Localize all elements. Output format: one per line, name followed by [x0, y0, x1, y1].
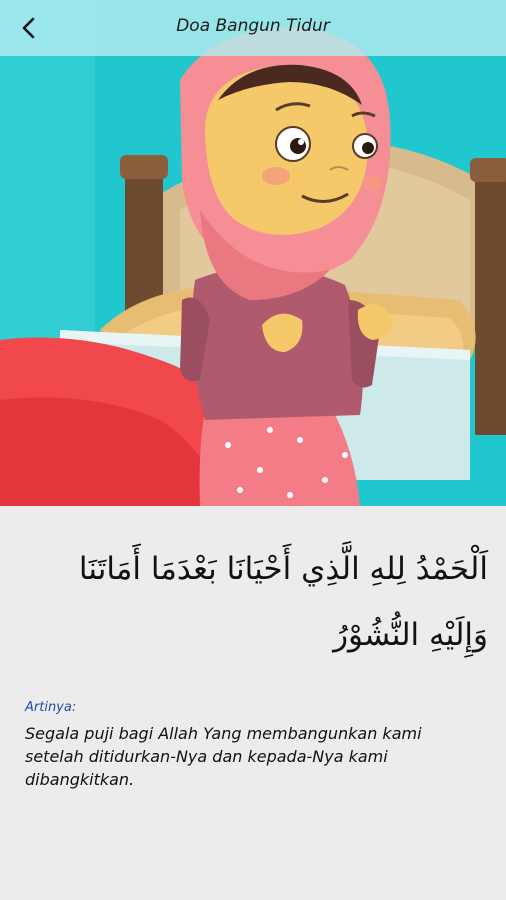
prayer-illustration	[0, 0, 506, 506]
meaning-label: Artinya:	[25, 700, 77, 715]
app-bar: Doa Bangun Tidur	[0, 0, 506, 56]
meaning-text: Segala puji bagi Allah Yang membangunkan…	[25, 724, 422, 789]
page-title: Doa Bangun Tidur	[176, 16, 330, 36]
arabic-prayer-text: اَلْحَمْدُ لِلهِ الَّذِي أَحْيَانَا بَعْ…	[78, 551, 488, 653]
girl-on-bed-illustration	[0, 0, 506, 506]
prayer-content: اَلْحَمْدُ لِلهِ الَّذِي أَحْيَانَا بَعْ…	[0, 506, 506, 900]
